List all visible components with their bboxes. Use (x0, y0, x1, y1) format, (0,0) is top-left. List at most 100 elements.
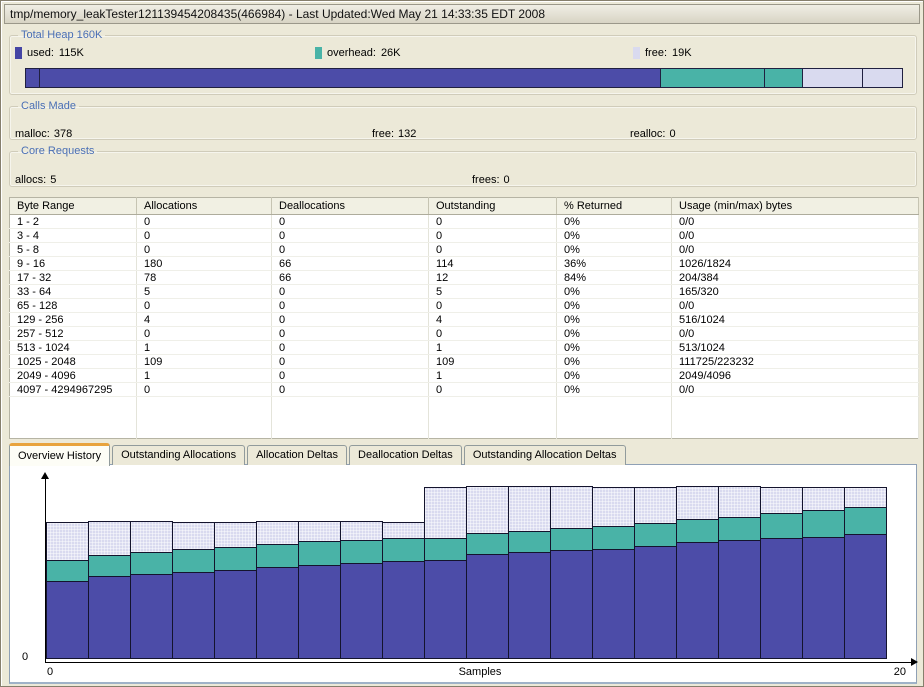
realloc-stat: realloc:0 (630, 128, 676, 140)
calls-made-title: Calls Made (18, 100, 79, 112)
table-row[interactable]: 1025 - 204810901090%111725/223232 (10, 355, 919, 369)
heap-usage-bar (25, 68, 903, 88)
chart-bar (466, 486, 509, 659)
col-returned[interactable]: % Returned (557, 198, 672, 215)
chart-bar (760, 487, 803, 659)
table-row[interactable]: 5 - 80000%0/0 (10, 243, 919, 257)
col-outstanding[interactable]: Outstanding (429, 198, 557, 215)
col-allocations[interactable]: Allocations (137, 198, 272, 215)
bar-segment-overhead (718, 517, 761, 541)
bar-segment-overhead (340, 540, 383, 564)
chart-bar (214, 522, 257, 659)
heap-segment-free (802, 69, 862, 87)
tab-overview-history[interactable]: Overview History (9, 443, 110, 466)
bar-segment-free (88, 521, 131, 556)
bar-segment-used (508, 552, 551, 659)
chart-bar (634, 487, 677, 659)
used-swatch-icon (15, 47, 22, 59)
table-header-row: Byte Range Allocations Deallocations Out… (10, 198, 919, 215)
bar-segment-free (676, 486, 719, 520)
bar-segment-used (46, 581, 89, 659)
table-row[interactable]: 2049 - 40961010%2049/4096 (10, 369, 919, 383)
malloc-stat: malloc:378 (15, 128, 72, 140)
total-heap-group: Total Heap 160K used: 115K overhead: 26K… (9, 29, 917, 95)
table-row[interactable]: 1 - 20000%0/0 (10, 215, 919, 229)
col-deallocations[interactable]: Deallocations (272, 198, 429, 215)
bar-segment-used (88, 576, 131, 659)
chart-bar (298, 521, 341, 659)
free-swatch-icon (633, 47, 640, 59)
bar-segment-overhead (298, 541, 341, 566)
used-value: 115K (59, 47, 84, 59)
bar-segment-free (130, 521, 173, 553)
table-row[interactable]: 9 - 161806611436%1026/1824 (10, 257, 919, 271)
free-label: free: (645, 47, 667, 59)
bar-segment-used (802, 537, 845, 659)
chart-bar (130, 521, 173, 659)
chart-bar (256, 521, 299, 659)
bar-segment-used (340, 563, 383, 659)
y-axis-arrow-icon (41, 472, 49, 479)
bar-segment-free (424, 487, 467, 539)
x-axis-title: Samples (45, 666, 915, 678)
bar-segment-overhead (844, 507, 887, 535)
col-usage[interactable]: Usage (min/max) bytes (672, 198, 919, 215)
bar-segment-used (424, 560, 467, 659)
tab-outstanding-allocations[interactable]: Outstanding Allocations (112, 445, 245, 465)
bar-segment-free (172, 522, 215, 550)
table-row[interactable]: 3 - 40000%0/0 (10, 229, 919, 243)
tab-deallocation-deltas[interactable]: Deallocation Deltas (349, 445, 462, 465)
history-tabbar: Overview History Outstanding Allocations… (9, 442, 628, 465)
bar-segment-overhead (802, 510, 845, 538)
heap-segment-overhead (660, 69, 763, 87)
chart-bar (676, 486, 719, 659)
bar-segment-free (46, 522, 89, 561)
bar-segment-overhead (172, 549, 215, 573)
heap-segment-used (26, 69, 39, 87)
x-axis-max-label: 20 (894, 666, 906, 678)
chart-bar (172, 522, 215, 659)
bar-segment-free (760, 487, 803, 514)
bar-segment-used (550, 550, 593, 659)
chart-bar (46, 522, 89, 659)
calls-made-group: Calls Made malloc:378 free:132 realloc:0 (9, 100, 917, 140)
bar-segment-used (760, 538, 803, 659)
free-stat: free:132 (372, 128, 416, 140)
heap-segment-free (862, 69, 902, 87)
table-row[interactable]: 65 - 1280000%0/0 (10, 299, 919, 313)
bar-segment-free (508, 486, 551, 532)
table-row[interactable]: 17 - 3278661284%204/384 (10, 271, 919, 285)
table-row[interactable]: 33 - 645050%165/320 (10, 285, 919, 299)
table-row[interactable]: 129 - 2564040%516/1024 (10, 313, 919, 327)
bar-segment-overhead (424, 538, 467, 561)
bar-segment-used (592, 549, 635, 659)
bar-segment-overhead (592, 526, 635, 550)
table-row[interactable]: 4097 - 42949672950000%0/0 (10, 383, 919, 397)
chart-bar (550, 486, 593, 659)
bar-segment-overhead (382, 538, 425, 562)
table-row[interactable]: 513 - 10241010%513/1024 (10, 341, 919, 355)
overhead-label: overhead: (327, 47, 376, 59)
tab-outstanding-allocation-deltas[interactable]: Outstanding Allocation Deltas (464, 445, 626, 465)
bar-segment-used (844, 534, 887, 659)
col-byte-range[interactable]: Byte Range (10, 198, 137, 215)
bar-segment-used (466, 554, 509, 659)
used-label: used: (27, 47, 54, 59)
bar-segment-used (718, 540, 761, 659)
bar-segment-used (130, 574, 173, 659)
bar-segment-free (214, 522, 257, 548)
chart-bars (46, 486, 887, 659)
bar-segment-used (172, 572, 215, 659)
table-row[interactable]: 257 - 5120000%0/0 (10, 327, 919, 341)
bar-segment-free (844, 487, 887, 508)
bar-segment-used (634, 546, 677, 659)
bar-segment-overhead (634, 523, 677, 547)
bar-segment-overhead (214, 547, 257, 571)
core-requests-group: Core Requests allocs:5 frees:0 (9, 145, 917, 187)
chart-bar (802, 487, 845, 659)
bar-segment-free (466, 486, 509, 534)
x-axis-arrow-icon (911, 658, 918, 666)
free-value: 19K (672, 47, 692, 59)
tab-allocation-deltas[interactable]: Allocation Deltas (247, 445, 347, 465)
bar-segment-free (592, 487, 635, 527)
